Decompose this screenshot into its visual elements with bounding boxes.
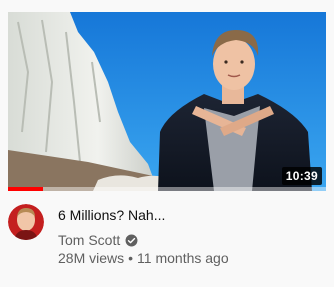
video-card[interactable]: 10:39 6 Millions? Nah... Tom Scott 28M v… xyxy=(0,0,334,287)
duration-badge: 10:39 xyxy=(281,167,322,185)
video-thumbnail[interactable]: 10:39 xyxy=(8,12,326,191)
watch-progress-bar xyxy=(8,187,326,191)
channel-avatar[interactable] xyxy=(8,204,44,240)
check-circle-icon xyxy=(125,234,138,246)
channel-row: Tom Scott xyxy=(58,231,138,249)
channel-name[interactable]: Tom Scott xyxy=(58,232,120,248)
meta-separator: • xyxy=(128,250,134,266)
thumbnail-image xyxy=(8,12,326,191)
video-metadata: 28M views • 11 months ago xyxy=(58,249,229,267)
video-title[interactable]: 6 Millions? Nah... xyxy=(58,206,318,224)
view-count: 28M views xyxy=(58,250,125,266)
upload-age: 11 months ago xyxy=(137,250,229,266)
watch-progress-fill xyxy=(8,187,43,191)
avatar-image xyxy=(8,204,44,240)
